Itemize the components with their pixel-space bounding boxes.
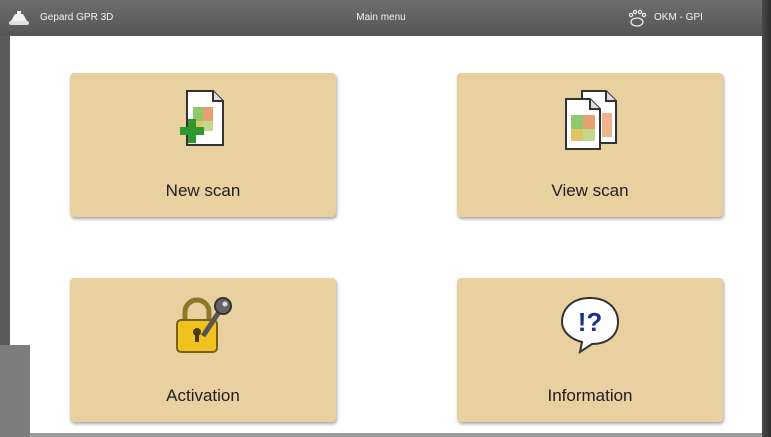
svg-text:!?: !?: [578, 307, 603, 337]
view-scan-icon: [565, 90, 617, 150]
device-screen: Gepard GPR 3D Main menu OKM - GPI New sc…: [0, 0, 771, 437]
padlock-key-icon: [176, 297, 232, 353]
information-button[interactable]: !? Information: [457, 278, 723, 422]
okm-logo-icon: [628, 9, 647, 27]
screen-bezel-left: [0, 345, 30, 437]
new-scan-icon: [180, 90, 224, 146]
view-scan-button[interactable]: View scan: [457, 73, 723, 217]
view-scan-label: View scan: [551, 181, 629, 200]
title-bar: Gepard GPR 3D Main menu OKM - GPI: [0, 0, 762, 36]
activation-button[interactable]: Activation: [70, 278, 336, 422]
new-scan-label: New scan: [165, 181, 241, 200]
screen-bezel-bottom: [30, 433, 762, 437]
activation-label: Activation: [166, 386, 240, 405]
screen-bezel-right: [762, 0, 771, 437]
new-scan-button[interactable]: New scan: [70, 73, 336, 217]
brand-label: OKM - GPI: [654, 12, 703, 23]
information-label: Information: [547, 386, 633, 405]
information-bubble-icon: !?: [560, 296, 620, 355]
